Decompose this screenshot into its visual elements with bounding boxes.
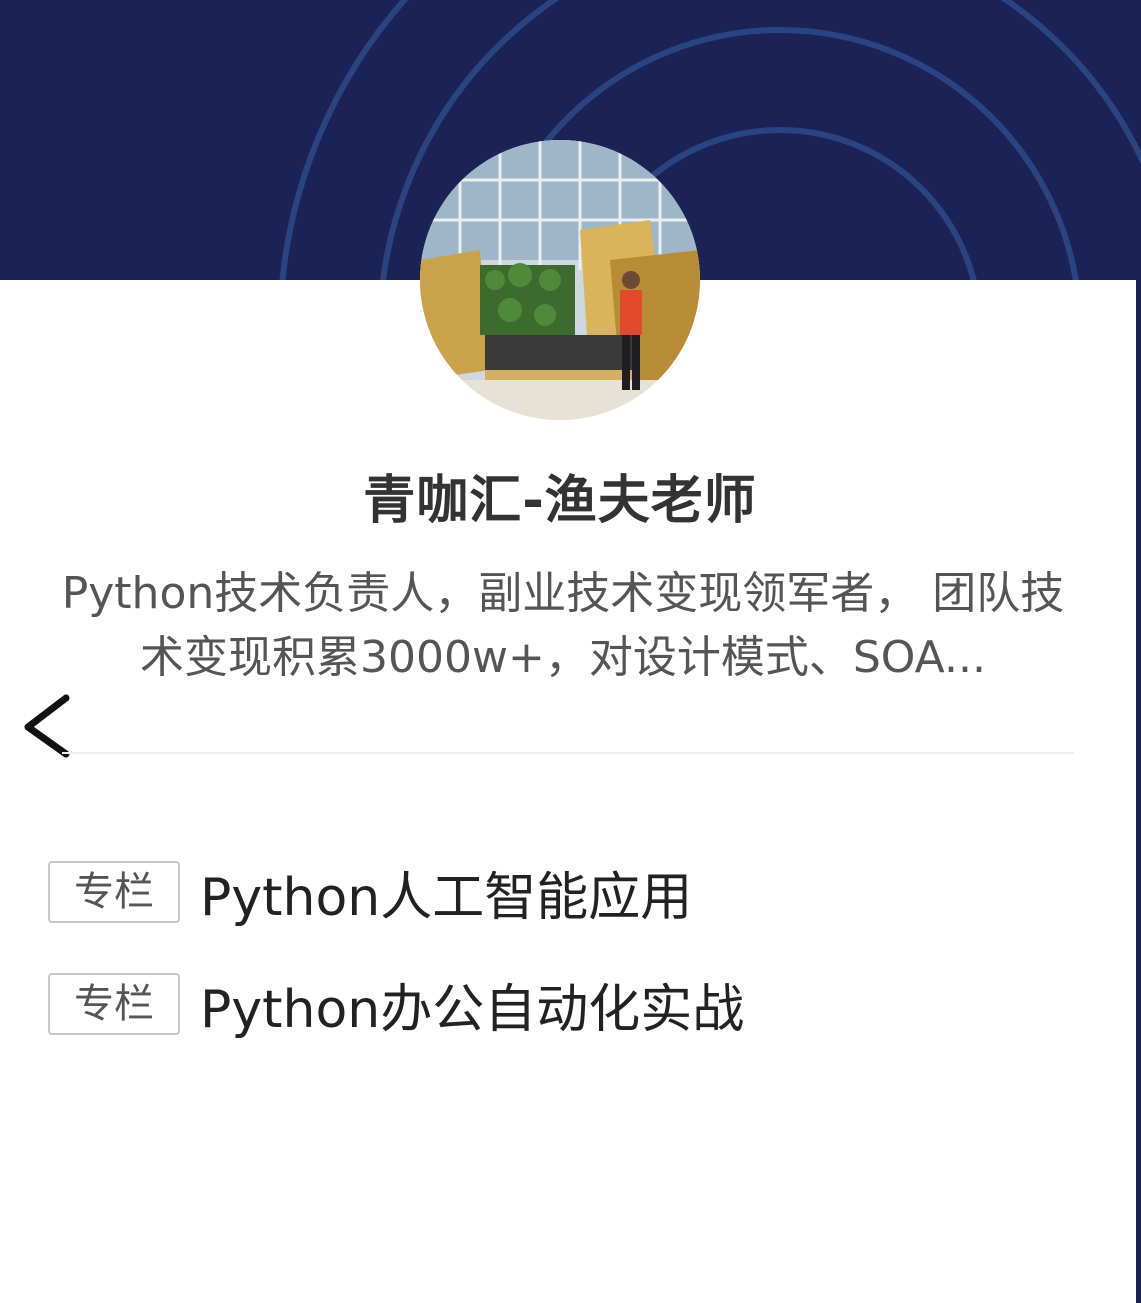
column-badge: 专栏 bbox=[48, 861, 180, 923]
column-title[interactable]: Python办公自动化实战 bbox=[200, 967, 744, 1042]
column-badge: 专栏 bbox=[48, 973, 180, 1035]
column-list: 专栏 Python人工智能应用 专栏 Python办公自动化实战 bbox=[48, 858, 1048, 1082]
column-item[interactable]: 专栏 Python人工智能应用 bbox=[48, 858, 1048, 928]
right-edge-strip bbox=[1136, 280, 1141, 1303]
column-item[interactable]: 专栏 Python办公自动化实战 bbox=[48, 970, 1048, 1040]
divider bbox=[62, 752, 1074, 754]
profile-page: 青咖汇-渔夫老师 Python技术负责人，副业技术变现领军者， 团队技术变现积累… bbox=[0, 0, 1141, 1303]
profile-name: 青咖汇-渔夫老师 bbox=[363, 471, 757, 531]
column-title[interactable]: Python人工智能应用 bbox=[200, 855, 692, 930]
back-button[interactable] bbox=[18, 690, 78, 760]
chevron-left-icon bbox=[24, 694, 70, 758]
profile-card bbox=[0, 280, 1136, 1303]
profile-bio: Python技术负责人，副业技术变现领军者， 团队技术变现积累3000w+，对设… bbox=[61, 568, 1065, 683]
avatar[interactable] bbox=[420, 140, 700, 420]
